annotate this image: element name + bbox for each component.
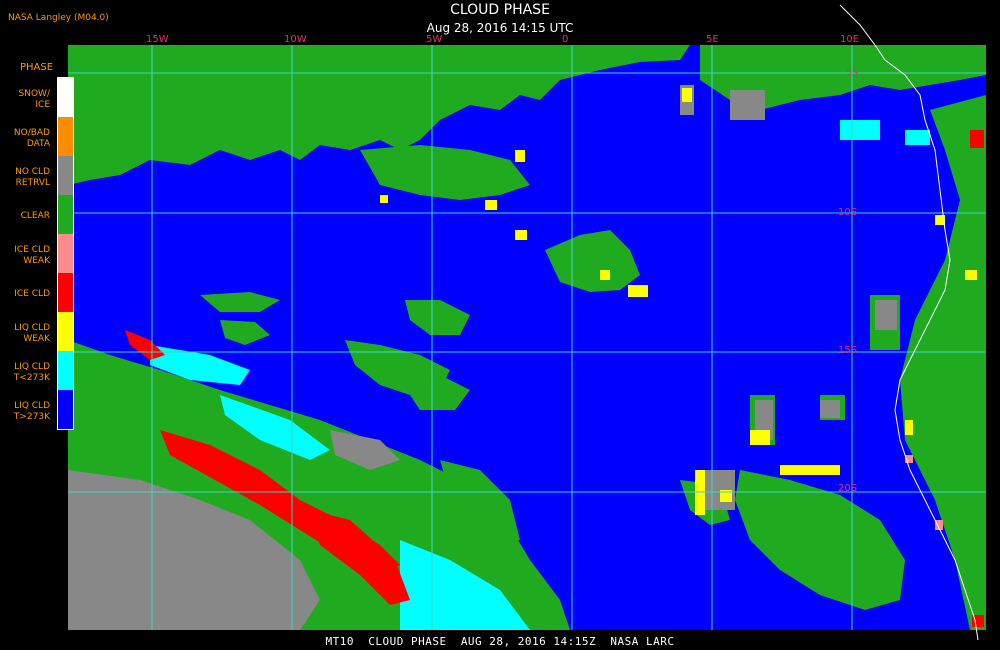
cloud-phase-map-screen: CLOUD PHASE Aug 28, 2016 14:15 UTC NASA … (0, 0, 1000, 650)
cloud-phase-patch (905, 420, 913, 435)
legend-swatch-no-cld-retrvl (58, 156, 73, 195)
legend-label-clear: CLEAR (20, 211, 50, 221)
cloud-phase-patch (875, 300, 897, 330)
legend-label-liq-cld-warm: LIQ CLD T>273K (13, 401, 50, 422)
legend-label-no-bad-data: NO/BAD DATA (13, 128, 50, 149)
cloud-phase-patch (730, 90, 765, 120)
cloud-phase-patch (840, 120, 880, 140)
legend-title: PHASE (20, 62, 54, 73)
lat-label-10s: 10S (838, 207, 858, 218)
legend-swatch-liq-cld-cold (58, 351, 73, 390)
cloud-phase-patch (965, 270, 977, 280)
lon-label-15w: 15W (146, 34, 169, 45)
legend-label-ice-cld-weak: ICE CLD WEAK (14, 245, 50, 266)
cloud-phase-patch (600, 270, 610, 280)
lat-label-20s: 20S (838, 483, 858, 494)
legend-colorbar (57, 77, 74, 430)
cloud-phase-patch (682, 88, 692, 102)
legend-swatch-clear (58, 195, 73, 234)
lat-label-15s: 15S (838, 345, 858, 356)
legend-swatch-liq-cld-weak (58, 312, 73, 351)
cloud-phase-patch (380, 195, 388, 203)
cloud-phase-patch (515, 150, 525, 162)
lon-label-5w: 5W (426, 34, 443, 45)
legend-label-snow-ice: SNOW/ ICE (18, 89, 50, 110)
footer-caption: MT10 CLOUD PHASE AUG 28, 2016 14:15Z NAS… (325, 635, 675, 648)
legend-label-liq-cld-weak: LIQ CLD WEAK (14, 323, 50, 344)
map-timestamp: Aug 28, 2016 14:15 UTC (426, 21, 574, 35)
lon-label-10w: 10W (284, 34, 307, 45)
cloud-phase-patch (820, 400, 840, 418)
lon-label-5e: 5E (706, 34, 719, 45)
legend-label-liq-cld-cold: LIQ CLD T<273K (13, 362, 50, 383)
cloud-phase-patch (970, 130, 984, 148)
legend-swatch-ice-cld-weak (58, 234, 73, 273)
lon-label-0: 0 (562, 34, 569, 45)
cloud-phase-patch (485, 200, 497, 210)
cloud-phase-patch (780, 465, 840, 475)
legend-swatch-ice-cld (58, 273, 73, 312)
cloud-phase-patch (628, 285, 648, 297)
cloud-phase-patch (750, 430, 770, 445)
legend-label-no-cld-retrvl: NO CLD RETRVL (15, 167, 50, 188)
lat-label-5s: 5S (846, 68, 859, 79)
map-title: CLOUD PHASE (450, 2, 550, 18)
legend-label-ice-cld: ICE CLD (14, 289, 50, 299)
cloud-phase-patch (515, 230, 527, 240)
brand-label: NASA Langley (M04.0) (8, 13, 109, 23)
legend-swatch-no-bad-data (58, 117, 73, 156)
legend-swatch-snow-ice (58, 78, 73, 117)
lon-label-10e: 10E (840, 34, 860, 45)
cloud-phase-map (68, 4, 986, 641)
cloud-phase-patch (905, 130, 930, 145)
legend-swatch-liq-cld-warm (58, 390, 73, 429)
